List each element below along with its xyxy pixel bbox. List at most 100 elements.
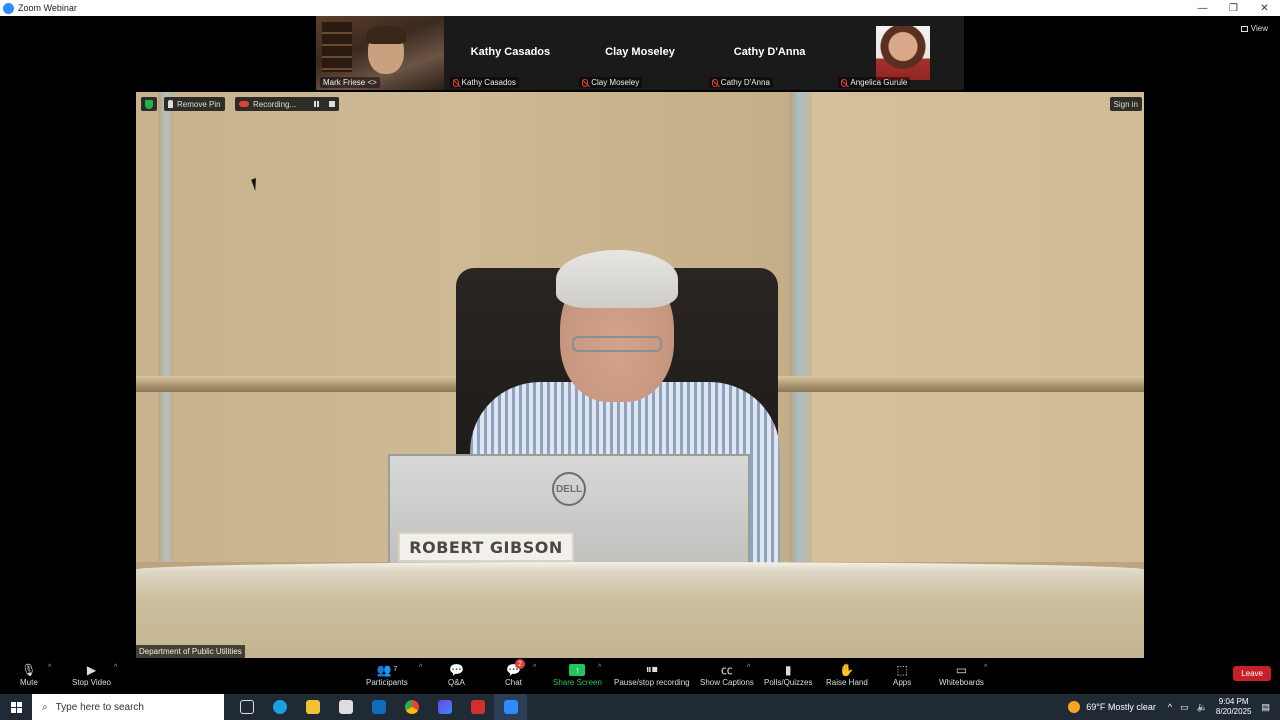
windows-logo-icon	[10, 701, 22, 713]
app-icon-colorful[interactable]	[428, 694, 461, 720]
qa-button[interactable]: 💬 Q&A	[448, 661, 465, 688]
taskbar-search-box[interactable]: ⌕ Type here to search	[32, 694, 224, 720]
sign-in-button[interactable]: Sign in	[1109, 97, 1142, 111]
stop-video-label: Stop Video	[72, 678, 111, 687]
chat-caret-icon[interactable]: ^	[533, 664, 536, 671]
clock-time: 9:04 PM	[1218, 697, 1249, 706]
shield-icon	[145, 99, 153, 109]
captions-caret-icon[interactable]: ^	[747, 664, 750, 671]
participant-name-label: Cathy D'Anna	[708, 77, 773, 88]
participant-name: Kathy Casados	[461, 78, 516, 87]
share-screen-label: Share Screen	[553, 678, 602, 687]
cloud-recording-icon	[239, 101, 249, 107]
main-video-pinned[interactable]: DELL ROBERT GIBSON Department of Public …	[136, 92, 1144, 658]
recording-indicator[interactable]: Recording...	[235, 97, 339, 111]
outlook-icon[interactable]	[362, 694, 395, 720]
taskbar-clock[interactable]: 9:04 PM 8/20/2025	[1216, 697, 1252, 717]
whiteboards-caret-icon[interactable]: ^	[984, 664, 987, 671]
audio-options-caret-icon[interactable]: ^	[48, 664, 51, 671]
pause-stop-recording-label: Pause/stop recording	[614, 678, 690, 687]
whiteboard-icon: ▭	[955, 662, 968, 677]
volume-icon[interactable]: 🔈	[1197, 702, 1208, 713]
system-tray: 69°F Mostly clear ^ ▭ 🔈 9:04 PM 8/20/202…	[1068, 694, 1280, 720]
leave-button[interactable]: Leave	[1233, 666, 1271, 681]
pause-stop-recording-button[interactable]: ⏸⏹ Pause/stop recording	[614, 661, 690, 687]
participants-caret-icon[interactable]: ^	[419, 664, 422, 671]
weather-text[interactable]: 69°F Mostly clear	[1086, 702, 1156, 712]
bar-chart-icon: ▮	[784, 662, 792, 677]
participant-profile-photo	[876, 26, 931, 80]
stop-video-button[interactable]: ▶ Stop Video	[72, 661, 111, 688]
participant-tile-angelica-gurule[interactable]: Angelica Gurule	[834, 16, 964, 90]
store-icon[interactable]	[329, 694, 362, 720]
bookshelf-background	[322, 22, 352, 72]
qa-label: Q&A	[448, 678, 465, 687]
pause-stop-icon: ⏸⏹	[645, 662, 658, 676]
chat-label: Chat	[505, 678, 522, 687]
search-placeholder: Type here to search	[55, 701, 144, 713]
chrome-icon[interactable]	[395, 694, 428, 720]
view-button-label: View	[1250, 24, 1268, 33]
wall-panel	[806, 92, 1144, 562]
mic-muted-icon	[452, 78, 459, 87]
show-captions-label: Show Captions	[700, 678, 754, 687]
participant-name: Clay Moseley	[591, 78, 640, 87]
speaker-hair	[556, 250, 678, 308]
participant-tile-cathy-danna[interactable]: Cathy D'Anna Cathy D'Anna	[704, 16, 835, 90]
participants-icon: 👥 7	[376, 662, 398, 677]
mic-muted-icon	[841, 78, 848, 87]
zoom-taskbar-icon[interactable]	[494, 694, 527, 720]
participant-tile-mark-friese[interactable]: Mark Friese <>	[316, 16, 444, 90]
apps-icon: ⬚	[896, 662, 908, 677]
tray-overflow-icon[interactable]: ^	[1168, 702, 1172, 712]
share-screen-button[interactable]: ↑ Share Screen	[553, 661, 602, 687]
share-caret-icon[interactable]: ^	[598, 664, 601, 671]
dais-desk	[136, 562, 1144, 658]
acrobat-icon[interactable]	[461, 694, 494, 720]
network-icon[interactable]: ▭	[1180, 702, 1189, 713]
raise-hand-button[interactable]: ✋ Raise Hand	[826, 661, 868, 688]
mic-muted-icon	[711, 78, 718, 87]
task-view-icon[interactable]	[230, 694, 263, 720]
meeting-toolbar: 🎙 Mute ^ ▶ Stop Video ^ 👥 7 Participants …	[0, 658, 1280, 694]
search-icon: ⌕	[42, 701, 48, 713]
mute-button[interactable]: 🎙 Mute	[20, 661, 38, 688]
start-button[interactable]	[0, 694, 32, 720]
participant-name: Cathy D'Anna	[720, 78, 770, 87]
participants-button[interactable]: 👥 7 Participants	[366, 661, 408, 688]
window-title-bar: Zoom Webinar — ❐ ✕	[0, 0, 1280, 16]
restore-button[interactable]: ❐	[1218, 0, 1249, 16]
show-captions-button[interactable]: ㏄ Show Captions	[700, 661, 754, 687]
participant-tile-clay-moseley[interactable]: Clay Moseley Clay Moseley	[575, 16, 705, 90]
whiteboards-label: Whiteboards	[939, 678, 984, 687]
participant-tile-kathy-casados[interactable]: Kathy Casados Kathy Casados	[445, 16, 576, 90]
pause-recording-icon[interactable]	[314, 101, 319, 107]
microphone-icon: 🎙	[21, 662, 37, 677]
video-camera-icon: ▶	[86, 662, 97, 677]
notifications-icon[interactable]: ▤	[1261, 702, 1270, 713]
zoom-app-icon	[3, 2, 14, 14]
participant-big-name: Kathy Casados	[470, 46, 551, 58]
chat-button[interactable]: 💬 2 Chat	[505, 659, 525, 687]
dell-logo: DELL	[552, 472, 586, 506]
chat-unread-badge: 2	[514, 659, 525, 669]
edge-icon[interactable]	[263, 694, 296, 720]
mic-muted-icon	[582, 78, 589, 87]
polls-label: Polls/Quizzes	[764, 678, 813, 687]
encryption-shield-icon[interactable]	[141, 97, 157, 111]
remove-pin-label: Remove Pin	[177, 99, 221, 109]
file-explorer-icon[interactable]	[296, 694, 329, 720]
video-options-caret-icon[interactable]: ^	[114, 664, 117, 671]
wall-pillar	[158, 92, 174, 562]
hand-icon: ✋	[839, 662, 855, 677]
remove-pin-button[interactable]: Remove Pin	[164, 97, 225, 111]
minimize-button[interactable]: —	[1187, 0, 1218, 16]
whiteboards-button[interactable]: ▭ Whiteboards	[939, 661, 984, 688]
apps-button[interactable]: ⬚ Apps	[893, 661, 911, 688]
view-button[interactable]: View	[1240, 24, 1268, 33]
weather-icon	[1068, 701, 1081, 713]
raise-hand-label: Raise Hand	[826, 678, 868, 687]
close-button[interactable]: ✕	[1249, 0, 1280, 16]
polls-button[interactable]: ▮ Polls/Quizzes	[764, 661, 813, 688]
stop-recording-icon[interactable]	[329, 101, 335, 107]
